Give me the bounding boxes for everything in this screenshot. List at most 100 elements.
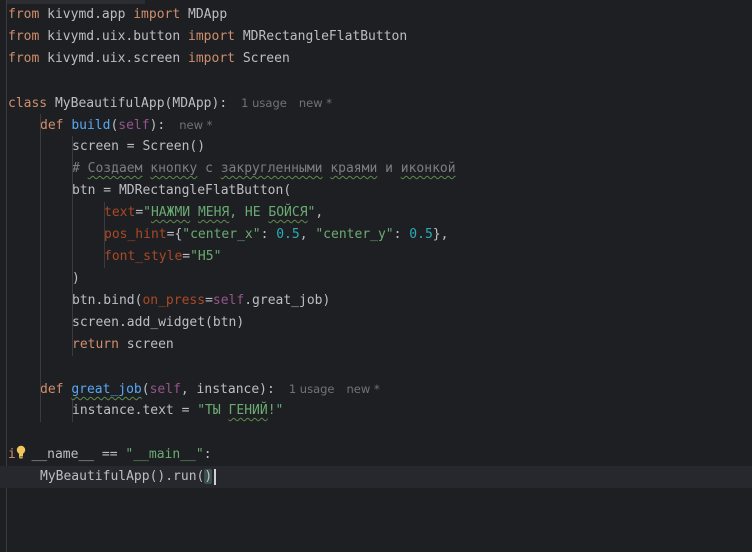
code-token: MyBeautifulApp(MDApp): bbox=[47, 96, 228, 111]
code-token: МЕНЯ bbox=[197, 205, 230, 220]
code-line[interactable]: if __name__ == "__main__": bbox=[0, 444, 212, 466]
code-token: import bbox=[133, 7, 181, 22]
code-token: "center_x" bbox=[182, 227, 261, 242]
code-token: : bbox=[393, 227, 410, 242]
code-token: , НЕ bbox=[229, 205, 269, 220]
code-token: ) bbox=[72, 271, 80, 286]
code-token: import bbox=[188, 51, 235, 66]
code-line[interactable] bbox=[0, 356, 8, 378]
code-token: ГЕНИЙ bbox=[228, 403, 268, 418]
code-token: kivymd.uix.screen bbox=[39, 51, 189, 66]
code-line[interactable]: pos_hint={"center_x": 0.5, "center_y": 0… bbox=[0, 224, 448, 246]
code-line[interactable]: class MyBeautifulApp(MDApp): 1 usage new * bbox=[0, 92, 332, 114]
code-token: }, bbox=[432, 227, 449, 242]
code-token: ={ bbox=[166, 227, 183, 242]
code-token: ): bbox=[149, 118, 166, 133]
indent-guide bbox=[40, 114, 41, 422]
code-line[interactable]: font_style="H5" bbox=[0, 246, 221, 268]
code-token: text bbox=[104, 205, 136, 220]
code-token: ( bbox=[141, 382, 150, 397]
code-token: " bbox=[143, 205, 151, 220]
code-token: from bbox=[8, 29, 40, 44]
code-token: from bbox=[8, 51, 40, 66]
code-editor[interactable]: from kivymd.app import MDApp from kivymd.… bbox=[0, 0, 752, 552]
code-token: 0.5 bbox=[276, 227, 300, 242]
code-token: .great_job) bbox=[244, 293, 331, 308]
code-line[interactable]: def build(self): new * bbox=[0, 114, 212, 136]
indent-guide bbox=[72, 136, 73, 356]
code-token: "ТЫ bbox=[197, 403, 229, 418]
inlay-hint[interactable]: new * bbox=[179, 118, 212, 132]
code-token: "center_y" bbox=[315, 227, 394, 242]
code-token: MDRectangleFlatButton bbox=[235, 29, 408, 44]
code-token: Screen bbox=[235, 51, 290, 66]
code-token: self bbox=[149, 382, 181, 397]
code-line[interactable]: screen.add_widget(btn) bbox=[0, 312, 244, 334]
code-token: : bbox=[260, 227, 277, 242]
code-token: build bbox=[71, 118, 111, 133]
code-token: __name__ == bbox=[23, 447, 126, 462]
code-line[interactable]: btn = MDRectangleFlatButton( bbox=[0, 180, 291, 202]
code-token: , bbox=[315, 205, 324, 220]
lightbulb-icon[interactable] bbox=[16, 445, 26, 459]
code-token: !" bbox=[267, 403, 284, 418]
code-line[interactable]: text="НАЖМИ МЕНЯ, НЕ БОЙСЯ", bbox=[0, 202, 323, 224]
code-token: import bbox=[188, 29, 235, 44]
code-token: = bbox=[182, 249, 191, 264]
code-line[interactable] bbox=[0, 70, 8, 92]
code-line[interactable]: from kivymd.uix.screen import Screen bbox=[0, 48, 290, 70]
code-line[interactable]: btn.bind(on_press=self.great_job) bbox=[0, 290, 330, 312]
code-token: btn.bind( bbox=[72, 293, 143, 308]
code-token: : bbox=[203, 447, 212, 462]
code-line[interactable]: screen = Screen() bbox=[0, 136, 205, 158]
code-token: MDApp bbox=[180, 7, 228, 22]
code-token: kivymd.uix.button bbox=[39, 29, 189, 44]
code-token: с bbox=[197, 161, 221, 176]
code-token: , instance): bbox=[180, 382, 275, 397]
code-token: БОЙСЯ bbox=[268, 205, 308, 220]
code-line[interactable]: # Создаем кнопку с закругленными краями … bbox=[0, 158, 456, 180]
code-token: kivymd.app bbox=[39, 7, 134, 22]
code-token: ) bbox=[204, 469, 213, 484]
code-token: pos_hint bbox=[104, 227, 167, 242]
code-line[interactable]: from kivymd.app import MDApp bbox=[0, 4, 227, 26]
inlay-hint[interactable]: new * bbox=[299, 96, 332, 110]
code-token: "H5" bbox=[190, 249, 222, 264]
inlay-hint[interactable]: 1 usage bbox=[241, 96, 287, 110]
code-token: # bbox=[72, 161, 88, 176]
code-token: instance.text = bbox=[72, 403, 198, 418]
code-token: иконкой bbox=[400, 161, 456, 176]
code-token: Создаем bbox=[87, 161, 143, 176]
code-token: 0.5 bbox=[409, 227, 433, 242]
code-token: = bbox=[205, 293, 213, 308]
code-token: закругленными bbox=[220, 161, 323, 176]
code-line[interactable]: instance.text = "ТЫ ГЕНИЙ!" bbox=[0, 400, 283, 422]
code-token: self bbox=[118, 118, 150, 133]
code-token: def bbox=[40, 382, 64, 397]
indent-guide bbox=[104, 202, 105, 268]
code-token: = bbox=[135, 205, 144, 220]
indent-guide bbox=[72, 400, 73, 422]
code-token: on_press bbox=[142, 293, 206, 308]
code-line[interactable] bbox=[0, 422, 8, 444]
code-token: from bbox=[8, 7, 40, 22]
code-line[interactable]: from kivymd.uix.button import MDRectangl… bbox=[0, 26, 407, 48]
code-token: , bbox=[299, 227, 316, 242]
inlay-hint[interactable]: 1 usage bbox=[289, 382, 335, 396]
code-token: btn = MDRectangleFlatButton( bbox=[72, 183, 292, 198]
code-line[interactable]: def great_job(self, instance): 1 usage new… bbox=[0, 378, 380, 400]
code-line[interactable]: return screen bbox=[0, 334, 174, 356]
text-caret bbox=[214, 469, 216, 485]
code-token: screen.add_widget(btn) bbox=[72, 315, 245, 330]
inlay-hint[interactable]: new * bbox=[347, 382, 380, 396]
code-token: font_style bbox=[104, 249, 183, 264]
code-token: кнопку bbox=[150, 161, 198, 176]
code-token: MyBeautifulApp().run( bbox=[40, 469, 205, 484]
code-token: "__main__" bbox=[125, 447, 204, 462]
code-token: return bbox=[72, 337, 119, 352]
code-line[interactable]: MyBeautifulApp().run() bbox=[0, 466, 752, 488]
code-token: screen bbox=[118, 337, 174, 352]
code-token: краями bbox=[330, 161, 378, 176]
code-token: и bbox=[377, 161, 401, 176]
